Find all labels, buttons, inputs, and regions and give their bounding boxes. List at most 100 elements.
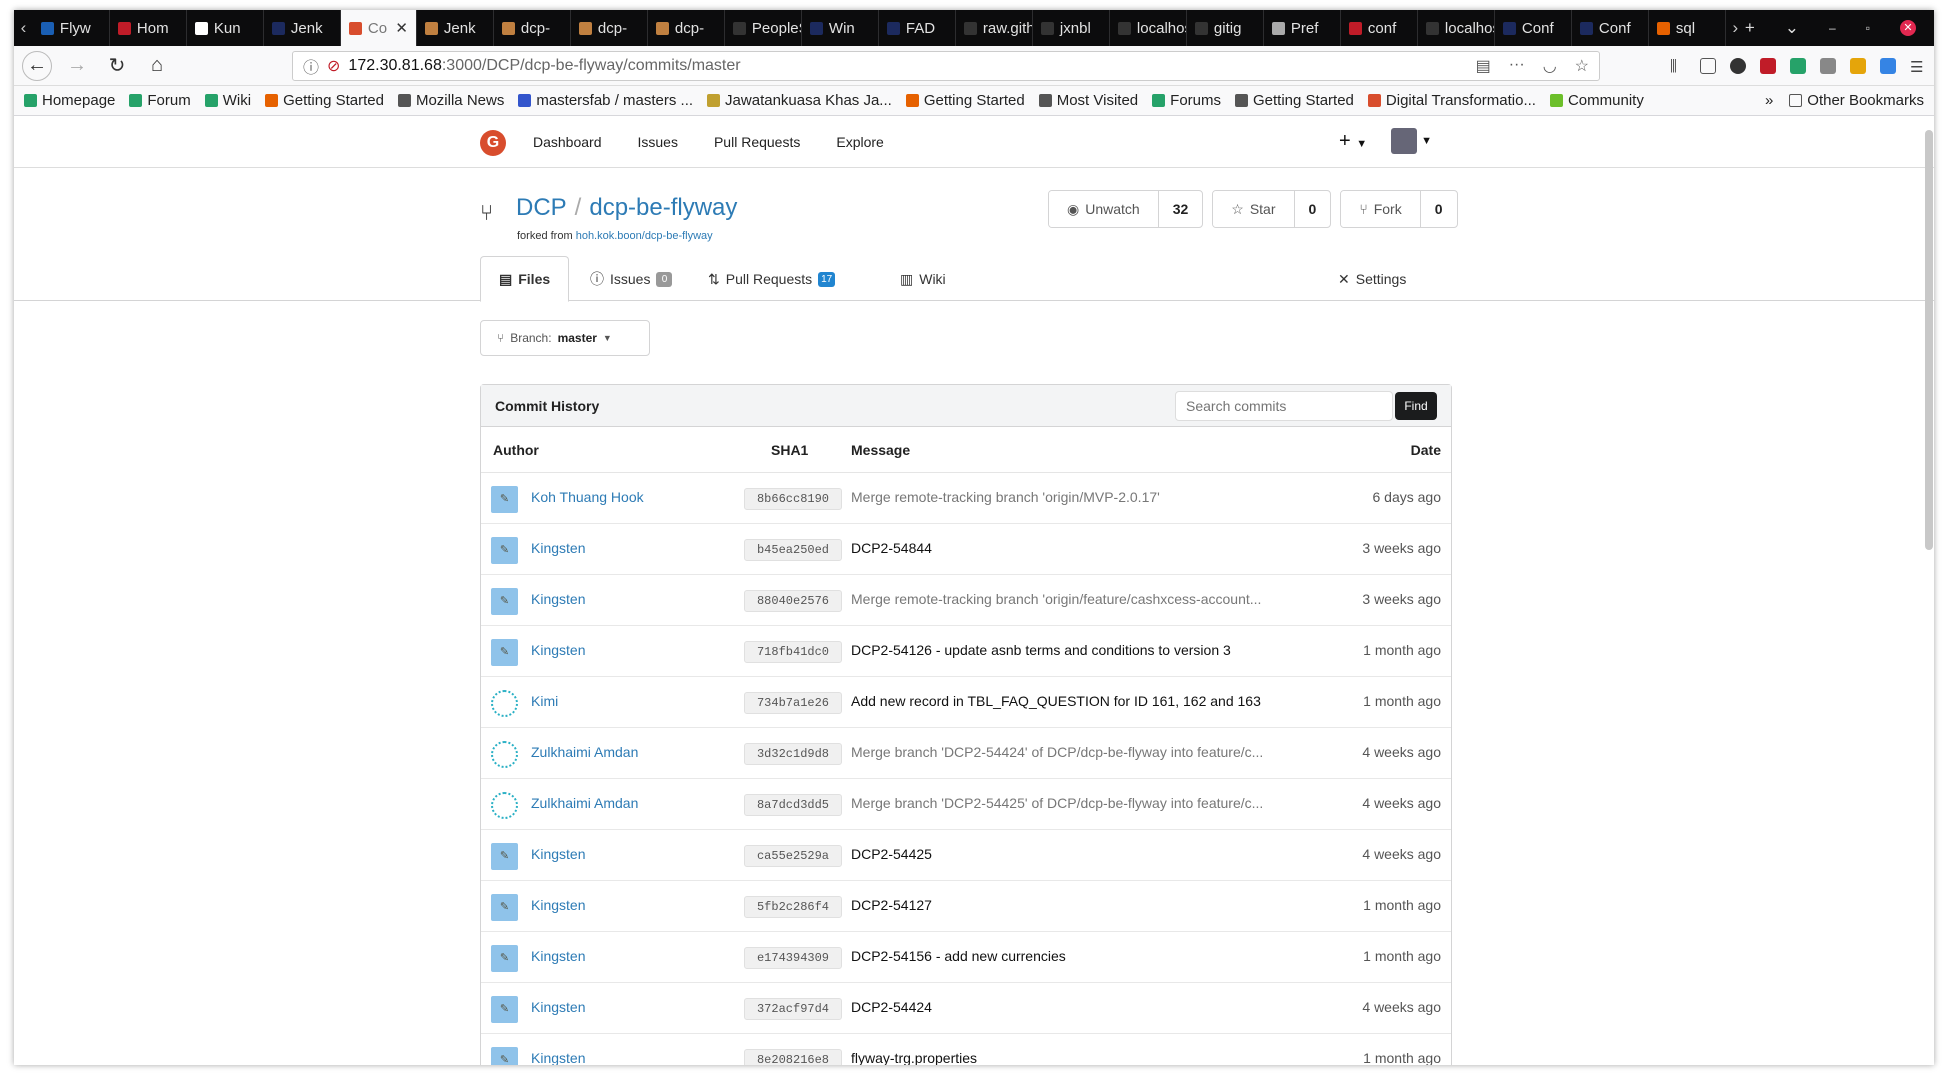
find-button[interactable]: Find	[1395, 392, 1437, 420]
repo-name-link[interactable]: dcp-be-flyway	[589, 194, 737, 221]
sha-link[interactable]: 8b66cc8190	[744, 488, 842, 510]
commit-message[interactable]: DCP2-54425	[851, 846, 1271, 862]
forked-from-link[interactable]: hoh.kok.boon/dcp-be-flyway	[576, 230, 713, 242]
tab-wiki[interactable]: ▥ Wiki	[882, 256, 964, 302]
author-link[interactable]: Zulkhaimi Amdan	[531, 744, 638, 760]
avatar[interactable]: ✎	[491, 843, 518, 870]
commit-date: 4 weeks ago	[1362, 846, 1441, 862]
commit-list: ✎ Koh Thuang Hook 8b66cc8190 Merge remote-t…	[481, 473, 1451, 1065]
star-button[interactable]: ☆ Star 0	[1212, 190, 1332, 228]
sha-link[interactable]: 8a7dcd3dd5	[744, 794, 842, 816]
table-row: ✎ Kingsten 8e208216e8 flyway-trg.properties…	[481, 1034, 1451, 1065]
commit-date: 1 month ago	[1363, 1050, 1441, 1065]
col-message: Message	[851, 442, 911, 458]
commit-date: 1 month ago	[1363, 897, 1441, 913]
table-row: ✎ Kingsten e174394309 DCP2-54156 - add new …	[481, 932, 1451, 983]
commit-message[interactable]: flyway-trg.properties	[851, 1050, 1271, 1065]
repo-title: DCP / dcp-be-flyway	[516, 194, 738, 221]
sha-link[interactable]: b45ea250ed	[744, 539, 842, 561]
commit-message[interactable]: DCP2-54156 - add new currencies	[851, 948, 1271, 964]
commit-message[interactable]: Merge remote-tracking branch 'origin/fea…	[851, 591, 1271, 607]
avatar[interactable]: ✎	[491, 588, 518, 615]
avatar[interactable]: ✎	[491, 486, 518, 513]
col-author: Author	[493, 442, 539, 458]
avatar[interactable]: ✎	[491, 639, 518, 666]
author-link[interactable]: Kingsten	[531, 948, 585, 964]
eye-icon: ◉	[1067, 200, 1080, 217]
book-icon: ▥	[900, 270, 914, 287]
branch-icon: ⑂	[497, 331, 505, 345]
author-link[interactable]: Kingsten	[531, 540, 585, 556]
commit-date: 1 month ago	[1363, 948, 1441, 964]
avatar[interactable]	[491, 690, 518, 717]
sha-link[interactable]: ca55e2529a	[744, 845, 842, 867]
author-link[interactable]: Kingsten	[531, 591, 585, 607]
avatar[interactable]: ✎	[491, 894, 518, 921]
avatar[interactable]: ✎	[491, 996, 518, 1023]
avatar[interactable]: ✎	[491, 1047, 518, 1065]
commit-history-title: Commit History	[495, 397, 600, 414]
avatar[interactable]	[491, 792, 518, 819]
table-row: ✎ Kingsten 88040e2576 Merge remote-tracking…	[481, 575, 1451, 626]
sha-link[interactable]: 88040e2576	[744, 590, 842, 612]
commit-date: 3 weeks ago	[1362, 591, 1441, 607]
issues-badge: 0	[656, 271, 673, 287]
table-header: Author SHA1 Message Date	[481, 427, 1451, 473]
table-row: Zulkhaimi Amdan 8a7dcd3dd5 Merge branch 'D…	[481, 779, 1451, 830]
tab-issues[interactable]: ⓘ Issues 0	[572, 256, 690, 302]
table-row: ✎ Kingsten 372acf97d4 DCP2-54424 4 weeks ago	[481, 983, 1451, 1034]
pull-request-icon: ⇅	[708, 270, 720, 287]
unwatch-button[interactable]: ◉ Unwatch 32	[1048, 190, 1204, 228]
commit-message[interactable]: Merge branch 'DCP2-54425' of DCP/dcp-be-…	[851, 795, 1271, 811]
sha-link[interactable]: 5fb2c286f4	[744, 896, 842, 918]
fork-icon: ⑂	[480, 200, 494, 225]
commit-message[interactable]: DCP2-54424	[851, 999, 1271, 1015]
file-icon: ▤	[499, 270, 513, 287]
commit-history: Commit History Find Author SHA1 Message …	[480, 384, 1452, 1065]
author-link[interactable]: Kingsten	[531, 897, 585, 913]
author-link[interactable]: Koh Thuang Hook	[531, 489, 644, 505]
sha-link[interactable]: 734b7a1e26	[744, 692, 842, 714]
sha-link[interactable]: e174394309	[744, 947, 842, 969]
col-date: Date	[1410, 442, 1441, 458]
tab-pull-requests[interactable]: ⇅ Pull Requests 17	[690, 256, 853, 302]
commit-date: 4 weeks ago	[1362, 999, 1441, 1015]
commit-date: 1 month ago	[1363, 693, 1441, 709]
avatar[interactable]: ✎	[491, 537, 518, 564]
commit-message[interactable]: Merge remote-tracking branch 'origin/MVP…	[851, 489, 1271, 505]
sha-link[interactable]: 3d32c1d9d8	[744, 743, 842, 765]
commit-message[interactable]: Merge branch 'DCP2-54424' of DCP/dcp-be-…	[851, 744, 1271, 760]
scrollbar[interactable]	[1925, 130, 1933, 550]
commit-message[interactable]: DCP2-54127	[851, 897, 1271, 913]
repo-owner-link[interactable]: DCP	[516, 194, 567, 221]
avatar[interactable]: ✎	[491, 945, 518, 972]
commit-message[interactable]: DCP2-54844	[851, 540, 1271, 556]
fork-button[interactable]: ⑂ Fork 0	[1340, 190, 1458, 228]
commit-message[interactable]: Add new record in TBL_FAQ_QUESTION for I…	[851, 693, 1271, 709]
star-count[interactable]: 0	[1293, 191, 1331, 227]
author-link[interactable]: Zulkhaimi Amdan	[531, 795, 638, 811]
search-commits-input[interactable]	[1175, 391, 1393, 421]
author-link[interactable]: Kingsten	[531, 642, 585, 658]
watch-count[interactable]: 32	[1157, 191, 1203, 227]
sha-link[interactable]: 8e208216e8	[744, 1049, 842, 1065]
sha-link[interactable]: 718fb41dc0	[744, 641, 842, 663]
avatar[interactable]	[491, 741, 518, 768]
issue-icon: ⓘ	[590, 271, 604, 287]
fork-icon: ⑂	[1359, 201, 1368, 217]
page-content: ⑂ DCP / dcp-be-flyway forked from hoh.kok.…	[14, 10, 1934, 1065]
commit-date: 1 month ago	[1363, 642, 1441, 658]
commit-date: 4 weeks ago	[1362, 795, 1441, 811]
author-link[interactable]: Kingsten	[531, 1050, 585, 1065]
tab-settings[interactable]: ✕ Settings	[1320, 256, 1424, 302]
author-link[interactable]: Kingsten	[531, 999, 585, 1015]
branch-dropdown[interactable]: ⑂ Branch: master ▼	[480, 320, 650, 356]
author-link[interactable]: Kimi	[531, 693, 558, 709]
tab-files[interactable]: ▤ Files	[480, 256, 570, 302]
table-row: ✎ Koh Thuang Hook 8b66cc8190 Merge remote-t…	[481, 473, 1451, 524]
commit-message[interactable]: DCP2-54126 - update asnb terms and condi…	[851, 642, 1271, 658]
author-link[interactable]: Kingsten	[531, 846, 585, 862]
fork-count[interactable]: 0	[1419, 191, 1457, 227]
commit-date: 4 weeks ago	[1362, 744, 1441, 760]
sha-link[interactable]: 372acf97d4	[744, 998, 842, 1020]
